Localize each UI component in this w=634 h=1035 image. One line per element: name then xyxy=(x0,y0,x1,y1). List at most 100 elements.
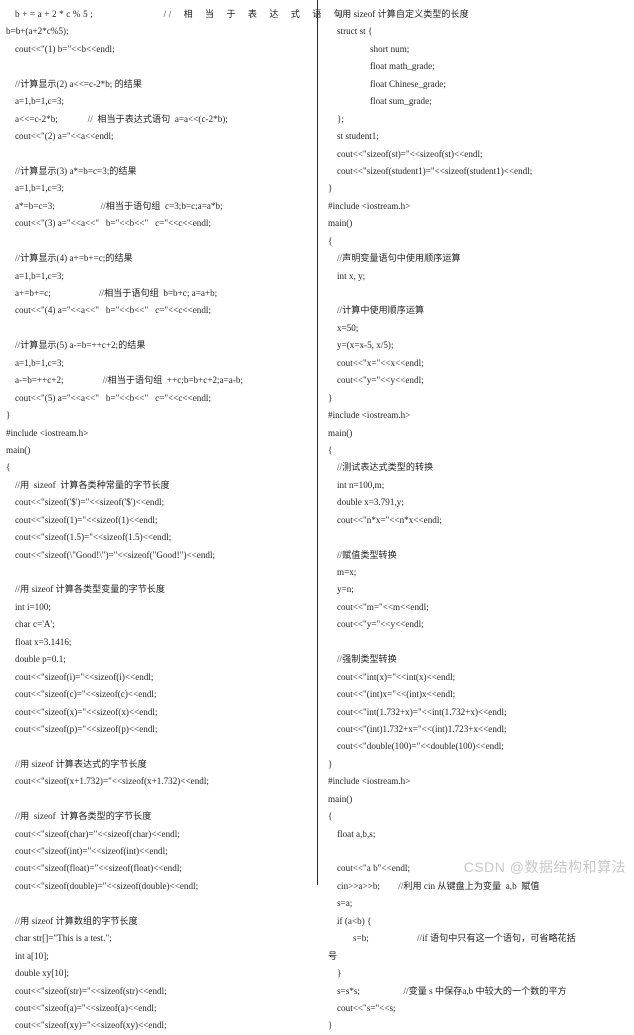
code-line: cout<<"y="<<y<<endl; xyxy=(337,619,424,630)
code-line: cout<<"sizeof(x+1.732)="<<sizeof(x+1.732… xyxy=(15,776,209,787)
code-line: cout<<"int(x)="<<int(x)<<endl; xyxy=(337,671,456,682)
code-line: a*=b=c=3; //相当于语句组 c=3;b=c;a=a*b; xyxy=(15,200,223,211)
code-line: } xyxy=(328,1020,333,1031)
code-line: cout<<"sizeof(a)="<<sizeof(a)<<endl; xyxy=(15,1002,157,1013)
code-line: y=(x=x-5, x/5); xyxy=(337,340,394,351)
csdn-watermark: CSDN @数据结构和算法 xyxy=(463,859,626,875)
code-line: cout<<"sizeof(int)="<<sizeof(int)<<endl; xyxy=(15,846,168,856)
code-line: { xyxy=(328,235,333,246)
code-line: } xyxy=(328,183,333,194)
code-line: }; xyxy=(337,113,344,124)
left-column: b+=a+2*c%5; // 相 当 于 表 达 式 语 句 b=b+(a+2*c… xyxy=(0,0,346,1030)
code-line: short num; xyxy=(370,43,410,54)
code-line: a=1,b=1,c=3; xyxy=(15,357,64,368)
code-line: //用 sizeof 计算数组的字节长度 xyxy=(15,915,138,926)
code-line: cout<<"(2) a="<<a<<endl; xyxy=(15,131,114,142)
code-line: { xyxy=(328,444,333,455)
right-column: //用 sizeof 计算自定义类型的长度 struct st { short nu… xyxy=(317,0,634,1030)
code-line: //计算显示(5) a-=b=++c+2;的结果 xyxy=(15,340,146,351)
code-line: main() xyxy=(328,218,353,229)
code-line: y=n; xyxy=(337,584,354,595)
code-line: int a[10]; xyxy=(15,950,49,961)
code-line: b+=a+2*c%5; // 相 当 于 表 达 式 语 句 xyxy=(15,9,346,19)
code-line: cout<<"(4) a="<<a<<" b="<<b<<" c="<<c<<e… xyxy=(15,305,212,316)
code-line: cout<<"sizeof(1.5)="<<sizeof(1.5)<<endl; xyxy=(15,532,172,543)
code-line: cout<<"sizeof(p)="<<sizeof(p)<<endl; xyxy=(15,723,158,734)
code-line: float a,b,s; xyxy=(337,828,376,839)
code-line: main() xyxy=(328,793,353,804)
code-line: { xyxy=(328,811,333,822)
code-line: cout<<"x="<<x<<endl; xyxy=(337,357,424,368)
code-line: double xy[10]; xyxy=(15,968,70,979)
code-line: main() xyxy=(328,427,353,438)
code-line: float math_grade; xyxy=(370,61,435,72)
code-line: cout<<"sizeof(double)="<<sizeof(double)<… xyxy=(15,880,199,891)
code-line: //用 sizeof 计算表达式的字节长度 xyxy=(15,758,147,769)
code-line: double p=0.1; xyxy=(15,654,66,665)
code-line: s=a; xyxy=(337,898,353,909)
code-line: cin>>a>>b; //利用 cin 从键盘上为变量 a,b 赋值 xyxy=(337,880,540,891)
code-line: cout<<"y="<<y<<endl; xyxy=(337,375,424,386)
code-line: s=s*s; //变量 s 中保存a,b 中较大的一个数的平方 xyxy=(337,985,567,996)
code-line: cout<<"sizeof(c)="<<sizeof(c)<<endl; xyxy=(15,689,157,700)
code-line: #include <iostream.h> xyxy=(328,410,411,421)
code-line: //赋值类型转换 xyxy=(337,549,397,560)
code-line: m=x; xyxy=(337,567,357,577)
code-line: //计算显示(3) a*=b=c=3;的结果 xyxy=(15,165,137,176)
code-line: { xyxy=(6,462,11,473)
code-line: cout<<"n*x="<<n*x<<endl; xyxy=(337,514,442,525)
scanned-page: b+=a+2*c%5; // 相 当 于 表 达 式 语 句 b=b+(a+2*c… xyxy=(0,0,634,1030)
code-line: int i=100; xyxy=(15,601,51,612)
code-line: a=1,b=1,c=3; xyxy=(15,96,64,107)
code-line: x=50; xyxy=(337,322,359,333)
code-line: } xyxy=(6,410,11,421)
code-line: cout<<"sizeof(student1)="<<sizeof(studen… xyxy=(337,165,533,176)
code-line: //用 sizeof 计算各类型变量的字节长度 xyxy=(15,584,165,595)
code-line: a=1,b=1,c=3; xyxy=(15,270,64,281)
code-line: //计算中使用顺序运算 xyxy=(337,305,425,316)
code-line: //计算显示(4) a+=b+=c;的结果 xyxy=(15,253,133,264)
code-line: cout<<"sizeof('$')="<<sizeof('$')<<endl; xyxy=(15,497,165,508)
code-line: //计算显示(2) a<<=c-2*b; 的结果 xyxy=(15,78,142,89)
code-line: s=b; //if 语句中只有这一个语句，可省略花括 xyxy=(353,933,576,944)
code-line: char str[]="This is a test."; xyxy=(15,933,112,944)
code-line: #include <iostream.h> xyxy=(6,427,89,438)
code-line: } xyxy=(337,968,342,979)
code-line: //用 sizeof 计算各类型的字节长度 xyxy=(15,811,152,822)
code-line: #include <iostream.h> xyxy=(328,200,411,211)
code-line: //强制类型转换 xyxy=(337,654,397,665)
code-line: //测试表达式类型的转换 xyxy=(337,462,434,473)
code-line: cout<<"int(1.732+x)="<<int(1.732+x)<<end… xyxy=(337,706,507,717)
code-line: float Chinese_grade; xyxy=(370,78,446,89)
code-line: cout<<"sizeof(float)="<<sizeof(float)<<e… xyxy=(15,863,182,874)
code-line: #include <iostream.h> xyxy=(328,776,411,787)
code-line: float x=3.1416; xyxy=(15,636,72,647)
code-line: cout<<"sizeof(i)="<<sizeof(i)<<endl; xyxy=(15,671,154,682)
code-line: char c='A'; xyxy=(15,619,55,630)
code-line: main() xyxy=(6,444,31,455)
code-line: //用 sizeof 计算各类种常量的字节长度 xyxy=(15,479,170,490)
code-line: float sum_grade; xyxy=(370,96,432,107)
code-line: struct st { xyxy=(337,26,373,37)
code-line: int n=100,m; xyxy=(337,479,385,490)
code-line: a=1,b=1,c=3; xyxy=(15,183,64,194)
code-line: a<<=c-2*b; // 相当于表达式语句 a=a<<(c-2*b); xyxy=(15,113,228,124)
code-line: cout<<"sizeof(xy)="<<sizeof(xy)<<endl; xyxy=(15,1020,167,1031)
code-line: cout<<"(5) a="<<a<<" b="<<b<<" c="<<c<<e… xyxy=(15,392,212,403)
code-line: //用 sizeof 计算自定义类型的长度 xyxy=(337,9,469,19)
code-line: cout<<"sizeof(char)="<<sizeof(char)<<end… xyxy=(15,828,180,839)
code-line: } xyxy=(328,392,333,403)
code-line: if (a<b) { xyxy=(337,915,372,926)
code-line: double x=3.791,y; xyxy=(337,497,404,508)
code-line: cout<<"(int)x="<<(int)x<<endl; xyxy=(337,689,456,700)
code-line: cout<<"sizeof(1)="<<sizeof(1)<<endl; xyxy=(15,514,158,525)
code-line: a+=b+=c; //相当于语句组 b=b+c; a=a+b; xyxy=(15,288,218,298)
